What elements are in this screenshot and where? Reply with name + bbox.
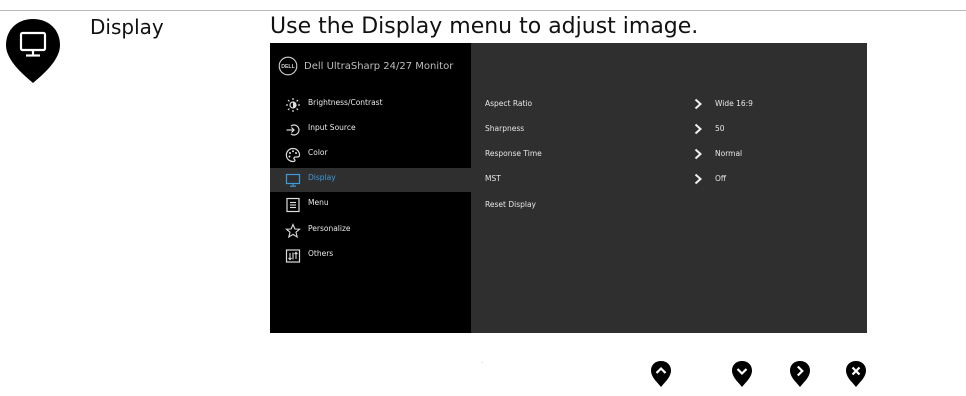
osd-window: DELL Dell UltraSharp 24/27 Monitor Brigh… [270, 43, 867, 333]
chevron-right-icon [694, 98, 702, 110]
menu-item-color[interactable]: Color [270, 143, 471, 167]
chevron-right-icon [694, 123, 702, 135]
menu-item-label: Personalize [308, 224, 351, 233]
menu-item-input-source[interactable]: Input Source [270, 118, 471, 142]
input-source-icon [286, 124, 300, 136]
submenu-label: Reset Display [485, 200, 536, 209]
osd-header-title: Dell UltraSharp 24/27 Monitor [304, 60, 454, 72]
submenu-value: Off [715, 174, 727, 183]
others-icon [285, 249, 301, 263]
menu-item-display[interactable]: Display [270, 168, 471, 192]
down-button[interactable] [731, 360, 753, 388]
menu-item-label: Others [308, 249, 334, 258]
color-palette-icon [285, 147, 301, 163]
svg-text:DELL: DELL [281, 64, 295, 70]
submenu-item-aspect-ratio[interactable]: Aspect Ratio Wide 16:9 [485, 94, 855, 114]
menu-item-label: Menu [308, 198, 329, 207]
exit-button[interactable] [845, 360, 867, 388]
brightness-icon [286, 98, 300, 112]
submenu-label: MST [485, 174, 501, 183]
submenu-label: Response Time [485, 149, 542, 158]
chevron-right-icon [694, 173, 702, 185]
submenu-item-response-time[interactable]: Response Time Normal [485, 144, 855, 164]
monitor-pin-icon [6, 19, 60, 83]
menu-item-personalize[interactable]: Personalize [270, 219, 471, 243]
submenu-value: Wide 16:9 [715, 99, 753, 108]
menu-icon [286, 197, 300, 213]
osd-main-menu: DELL Dell UltraSharp 24/27 Monitor Brigh… [270, 43, 471, 333]
dell-logo: DELL [278, 56, 298, 76]
menu-item-label: Color [308, 148, 328, 157]
display-icon [285, 173, 301, 187]
right-button[interactable] [789, 360, 811, 388]
up-button[interactable] [650, 360, 672, 388]
section-label: Display [90, 15, 164, 39]
submenu-item-sharpness[interactable]: Sharpness 50 [485, 119, 855, 139]
menu-item-others[interactable]: Others [270, 244, 471, 268]
submenu-label: Sharpness [485, 124, 525, 133]
submenu-value: Normal [715, 149, 743, 158]
menu-item-label: Brightness/Contrast [308, 98, 383, 107]
submenu-item-mst[interactable]: MST Off [485, 169, 855, 189]
menu-item-label: Display [308, 173, 336, 182]
menu-item-label: Input Source [308, 123, 356, 132]
chevron-right-icon [694, 148, 702, 160]
osd-header: DELL Dell UltraSharp 24/27 Monitor [278, 56, 453, 76]
section-description: Use the Display menu to adjust image. [270, 14, 699, 39]
top-divider [0, 10, 966, 11]
submenu-label: Aspect Ratio [485, 99, 533, 108]
stray-dot [482, 362, 483, 363]
submenu-item-reset-display[interactable]: Reset Display [485, 195, 855, 215]
submenu-value: 50 [715, 124, 725, 133]
star-icon [285, 223, 301, 239]
menu-item-brightness-contrast[interactable]: Brightness/Contrast [270, 93, 471, 117]
menu-item-menu[interactable]: Menu [270, 193, 471, 217]
